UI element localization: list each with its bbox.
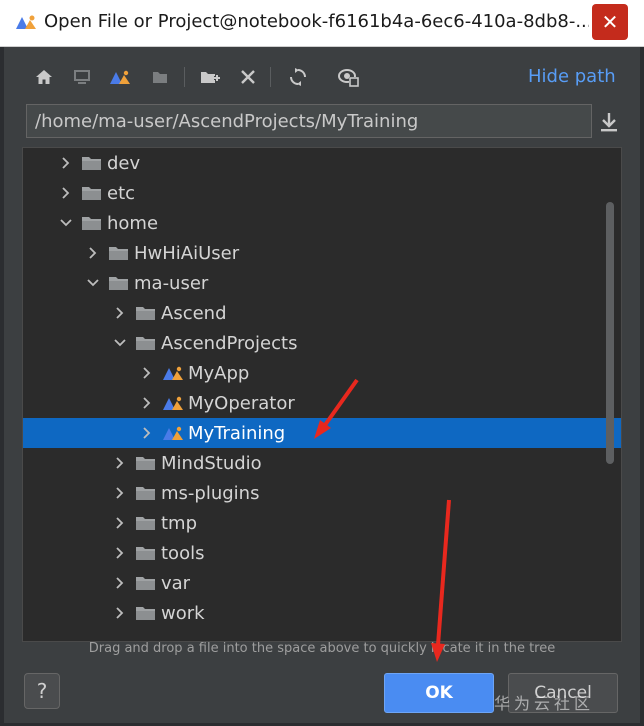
tree-item-myapp[interactable]: MyApp [23,358,621,388]
chevron-right-icon[interactable] [59,156,73,170]
folder-icon [136,457,155,470]
chevron-right-icon[interactable] [113,546,127,560]
tree-item-mytraining[interactable]: MyTraining [23,418,621,448]
chevron-right-icon[interactable] [113,456,127,470]
chevron-down-icon[interactable] [86,276,100,290]
folder-icon [136,517,155,530]
chevron-right-icon[interactable] [59,186,73,200]
tree-item-label: AscendProjects [161,332,298,354]
dialog-body: Hide path dev etc home HwHiAiUser ma-user Asc… [4,47,640,723]
tree-item-label: MyOperator [188,392,295,414]
tree-item-label: etc [107,182,136,204]
folder-icon [136,307,155,320]
folder-icon [136,547,155,560]
chevron-down-icon[interactable] [59,216,73,230]
chevron-down-icon[interactable] [113,336,127,350]
chevron-right-icon[interactable] [113,606,127,620]
tree-scrollbar[interactable] [606,202,614,464]
ok-button[interactable]: OK [384,673,494,713]
tree-item-label: MyTraining [188,422,286,444]
new-folder-icon[interactable] [198,65,222,89]
tree-item-dev[interactable]: dev [23,148,621,178]
close-button[interactable]: ✕ [592,4,628,40]
tree-item-label: tmp [161,512,198,534]
tree-item-ma-user[interactable]: ma-user [23,268,621,298]
toolbar: Hide path [4,59,640,95]
download-icon[interactable] [596,109,622,135]
tree-item-label: HwHiAiUser [134,242,240,264]
app-logo-icon [16,15,36,29]
title-bar: Open File or Project@notebook-f6161b4a-6… [0,0,644,47]
chevron-right-icon[interactable] [140,366,154,380]
window-title: Open File or Project@notebook-f6161b4a-6… [44,11,589,32]
tree-item-var[interactable]: var [23,568,621,598]
chevron-right-icon[interactable] [113,516,127,530]
tree-item-label: MindStudio [161,452,262,474]
delete-icon[interactable] [236,65,260,89]
project-icon [163,396,183,410]
folder-icon [136,487,155,500]
drag-drop-hint: Drag and drop a file into the space abov… [88,641,556,656]
tree-item-tools[interactable]: tools [23,538,621,568]
tree-item-etc[interactable]: etc [23,178,621,208]
tree-item-hwhiaiuser[interactable]: HwHiAiUser [23,238,621,268]
tree-item-label: MyApp [188,362,250,384]
tree-item-mindstudio[interactable]: MindStudio [23,448,621,478]
module-icon[interactable] [148,65,172,89]
tree-item-ascend[interactable]: Ascend [23,298,621,328]
folder-icon [82,217,101,230]
chevron-right-icon[interactable] [140,396,154,410]
tree-item-label: ms-plugins [161,482,260,504]
watermark: 华为云社区 [494,694,595,713]
tree-item-label: ma-user [134,272,209,294]
project-icon [163,366,183,380]
show-hidden-icon[interactable] [336,65,360,89]
path-input[interactable] [26,104,592,138]
file-tree[interactable]: dev etc home HwHiAiUser ma-user Ascend AscendP… [22,147,622,642]
folder-icon [109,247,128,260]
home-icon[interactable] [32,65,56,89]
chevron-right-icon[interactable] [113,576,127,590]
chevron-right-icon[interactable] [86,246,100,260]
tree-item-myoperator[interactable]: MyOperator [23,388,621,418]
folder-icon [136,577,155,590]
help-button[interactable]: ? [24,673,60,709]
folder-icon [136,337,155,350]
tree-item-tmp[interactable]: tmp [23,508,621,538]
chevron-right-icon[interactable] [140,426,154,440]
tree-item-work[interactable]: work [23,598,621,628]
tree-item-label: var [161,572,191,594]
chevron-right-icon[interactable] [113,306,127,320]
tree-item-label: tools [161,542,205,564]
folder-icon [109,277,128,290]
folder-icon [82,157,101,170]
project-icon [163,426,183,440]
tree-item-home[interactable]: home [23,208,621,238]
hide-path-link[interactable]: Hide path [528,66,616,87]
tree-item-label: work [161,602,205,624]
project-icon[interactable] [108,65,132,89]
chevron-right-icon[interactable] [113,486,127,500]
tree-item-label: home [107,212,159,234]
folder-icon [136,607,155,620]
tree-item-ms-plugins[interactable]: ms-plugins [23,478,621,508]
refresh-icon[interactable] [286,65,310,89]
tree-item-label: Ascend [161,302,227,324]
folder-icon [82,187,101,200]
desktop-icon[interactable] [70,65,94,89]
tree-item-label: dev [107,152,141,174]
tree-item-ascendprojects[interactable]: AscendProjects [23,328,621,358]
